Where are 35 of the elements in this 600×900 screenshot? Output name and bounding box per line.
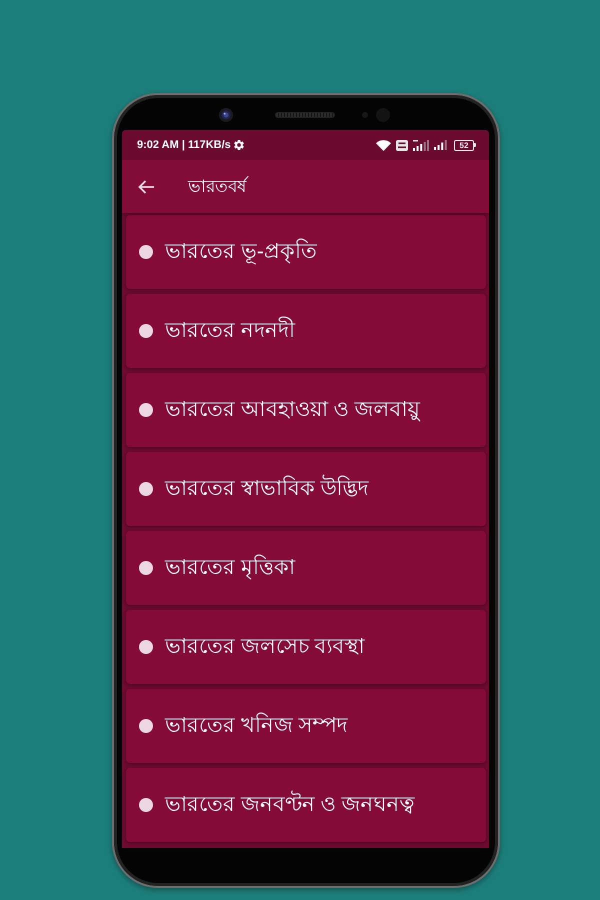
app-bar-title: ভারতবর্ষ xyxy=(188,172,246,200)
wifi-icon xyxy=(376,140,391,150)
bullet-icon xyxy=(139,719,153,733)
bullet-icon xyxy=(139,245,153,259)
bullet-icon xyxy=(139,403,153,417)
topic-label: ভারতের খনিজ সম্পদ xyxy=(165,712,348,738)
topic-list-item[interactable]: ভারতের খনিজ সম্পদ xyxy=(126,689,486,763)
speaker-grille-icon xyxy=(275,112,335,118)
bullet-icon xyxy=(139,798,153,812)
mobile-signal-icon xyxy=(434,140,448,150)
topic-label: ভারতের আবহাওয়া ও জলবায়ু xyxy=(165,396,420,424)
topic-label: ভারতের নদনদী xyxy=(165,316,295,344)
topic-list-item[interactable]: ভারতের স্বাভাবিক উদ্ভিদ xyxy=(126,452,486,526)
settings-icon xyxy=(234,140,244,150)
topic-list-item[interactable]: ভারতের জলসেচ ব্যবস্থা xyxy=(126,610,486,684)
topic-label: ভারতের মৃত্তিকা xyxy=(165,554,295,582)
topic-label: ভারতের জনবণ্টন ও জনঘনত্ব xyxy=(165,790,415,818)
mobile-signal-icon xyxy=(413,140,429,150)
topic-label: ভারতের জলসেচ ব্যবস্থা xyxy=(165,634,365,660)
bullet-icon xyxy=(139,640,153,654)
battery-indicator: 52 xyxy=(454,140,476,150)
topic-list-item[interactable]: ভারতের মৃত্তিকা xyxy=(126,531,486,605)
front-camera-icon xyxy=(219,108,233,122)
topic-label: ভারতের ভূ-প্রকৃতি xyxy=(165,238,317,266)
topic-list-item[interactable]: ভারতের আবহাওয়া ও জলবায়ু xyxy=(126,373,486,447)
topic-label: ভারতের স্বাভাবিক উদ্ভিদ xyxy=(165,474,369,502)
back-arrow-icon[interactable] xyxy=(137,178,155,194)
topic-list-item[interactable]: ভারতের ভূ-প্রকৃতি xyxy=(126,215,486,289)
topic-list-item[interactable]: ভারতের জনবণ্টন ও জনঘনত্ব xyxy=(126,768,486,842)
bullet-icon xyxy=(139,561,153,575)
status-time-text: 9:02 AM | 117KB/s xyxy=(137,139,231,151)
bullet-icon xyxy=(139,482,153,496)
volte-icon xyxy=(396,140,408,150)
bullet-icon xyxy=(139,324,153,338)
topic-list-item[interactable]: ভারতের নদনদী xyxy=(126,294,486,368)
